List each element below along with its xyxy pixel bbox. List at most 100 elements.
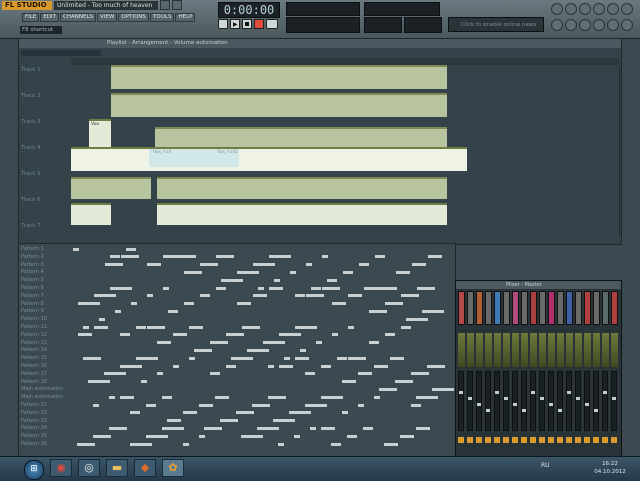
- pattern-block[interactable]: [417, 286, 435, 290]
- pattern-block[interactable]: [94, 294, 116, 298]
- route-button[interactable]: [530, 437, 536, 443]
- browser-icon[interactable]: [593, 3, 605, 15]
- step-edit-icon[interactable]: [621, 19, 633, 31]
- pattern-block[interactable]: [295, 356, 309, 360]
- mixer-insert-label[interactable]: [593, 291, 600, 325]
- pattern-label[interactable]: Pattern 17: [21, 371, 69, 377]
- pattern-block[interactable]: [120, 395, 134, 399]
- pattern-block[interactable]: [348, 356, 366, 360]
- pattern-block[interactable]: [78, 302, 100, 306]
- pattern-label[interactable]: Pattern 13: [21, 340, 69, 346]
- volume-fader[interactable]: [467, 371, 473, 431]
- pattern-block[interactable]: [83, 325, 89, 329]
- pattern-label[interactable]: Pattern 8: [21, 301, 69, 307]
- track-label[interactable]: Track 3: [21, 119, 69, 125]
- playlist-scrollbar[interactable]: [619, 67, 620, 237]
- mixer-insert-label[interactable]: [494, 291, 501, 325]
- pattern-label[interactable]: Pattern 10: [21, 316, 69, 322]
- pattern-label[interactable]: Pattern 4: [21, 269, 69, 275]
- pattern-block[interactable]: [406, 317, 428, 321]
- language-indicator[interactable]: RU: [541, 462, 550, 469]
- route-button[interactable]: [584, 437, 590, 443]
- pattern-block[interactable]: [147, 294, 153, 298]
- pattern-block[interactable]: [136, 325, 146, 329]
- pattern-block[interactable]: [253, 294, 267, 298]
- fader-handle[interactable]: [531, 391, 535, 394]
- track-label[interactable]: Track 7: [21, 223, 69, 229]
- volume-fader[interactable]: [521, 371, 527, 431]
- master-volume-slider[interactable]: [364, 2, 440, 16]
- mixer-insert-label[interactable]: [548, 291, 555, 325]
- pattern-block[interactable]: [131, 302, 137, 306]
- countdown-icon[interactable]: [593, 19, 605, 31]
- pattern-label[interactable]: Pattern 11: [21, 324, 69, 330]
- pattern-block[interactable]: [348, 325, 354, 329]
- pattern-block[interactable]: [215, 426, 221, 430]
- fader-handle[interactable]: [459, 391, 463, 394]
- pattern-block[interactable]: [363, 426, 373, 430]
- pattern-block[interactable]: [432, 387, 454, 391]
- pattern-block[interactable]: [183, 442, 189, 446]
- pattern-block[interactable]: [184, 302, 194, 306]
- pattern-block[interactable]: [268, 364, 274, 368]
- close-icon[interactable]: [172, 0, 182, 10]
- pattern-block[interactable]: [146, 434, 168, 438]
- menu-channels[interactable]: CHANNELS: [60, 13, 97, 22]
- pattern-block[interactable]: [268, 426, 278, 430]
- menu-help[interactable]: HELP: [175, 13, 196, 22]
- pattern-selector[interactable]: [364, 17, 402, 33]
- taskbar-app-fl-studio[interactable]: ✿: [162, 459, 184, 477]
- pattern-block[interactable]: [263, 341, 285, 345]
- mixer-insert-label[interactable]: [512, 291, 519, 325]
- pattern-block[interactable]: [237, 270, 259, 274]
- volume-fader[interactable]: [476, 371, 482, 431]
- pattern-block[interactable]: [395, 380, 413, 384]
- mixer-insert-label[interactable]: [575, 291, 582, 325]
- step-sequencer-icon[interactable]: [565, 3, 577, 15]
- volume-fader[interactable]: [530, 371, 536, 431]
- pattern-block[interactable]: [342, 380, 356, 384]
- taskbar-app-chrome[interactable]: ◉: [50, 459, 72, 477]
- pattern-block[interactable]: [120, 364, 142, 368]
- pattern-block[interactable]: [306, 294, 324, 298]
- pattern-block[interactable]: [369, 341, 379, 345]
- pattern-block[interactable]: [359, 263, 369, 267]
- pattern-label[interactable]: Pattern 9: [21, 308, 69, 314]
- pattern-block[interactable]: [126, 247, 136, 251]
- pattern-block[interactable]: [194, 348, 212, 352]
- pattern-block[interactable]: [321, 364, 331, 368]
- fader-handle[interactable]: [603, 391, 607, 394]
- mixer-insert-label[interactable]: [611, 291, 618, 325]
- route-button[interactable]: [611, 437, 617, 443]
- pattern-block[interactable]: [99, 317, 105, 321]
- pattern-block[interactable]: [321, 426, 335, 430]
- pattern-block[interactable]: [278, 442, 284, 446]
- pattern-block[interactable]: [358, 403, 364, 407]
- pattern-block[interactable]: [374, 395, 380, 399]
- pattern-block[interactable]: [237, 302, 251, 306]
- pattern-block[interactable]: [269, 255, 291, 259]
- mixer-insert-label[interactable]: [458, 291, 465, 325]
- volume-fader[interactable]: [602, 371, 608, 431]
- pattern-label[interactable]: Pattern 3: [21, 262, 69, 268]
- fader-handle[interactable]: [477, 403, 481, 406]
- route-button[interactable]: [512, 437, 518, 443]
- fader-handle[interactable]: [558, 409, 562, 412]
- pattern-block[interactable]: [332, 333, 338, 337]
- fader-handle[interactable]: [585, 403, 589, 406]
- track-label[interactable]: Track 6: [21, 197, 69, 203]
- pattern-block[interactable]: [273, 419, 295, 423]
- pattern-label[interactable]: Pattern 7: [21, 293, 69, 299]
- pattern-block[interactable]: [93, 434, 111, 438]
- pattern-block[interactable]: [242, 325, 260, 329]
- pattern-block[interactable]: [322, 255, 328, 259]
- pattern-block[interactable]: [88, 380, 110, 384]
- playlist-toolbar[interactable]: [21, 50, 101, 56]
- volume-fader[interactable]: [611, 371, 617, 431]
- track-label[interactable]: Track 1: [21, 67, 69, 73]
- pattern-block[interactable]: [327, 278, 337, 282]
- pattern-block[interactable]: [157, 372, 163, 376]
- pattern-song-toggle[interactable]: [218, 19, 228, 29]
- volume-fader[interactable]: [503, 371, 509, 431]
- menu-edit[interactable]: EDIT: [40, 13, 60, 22]
